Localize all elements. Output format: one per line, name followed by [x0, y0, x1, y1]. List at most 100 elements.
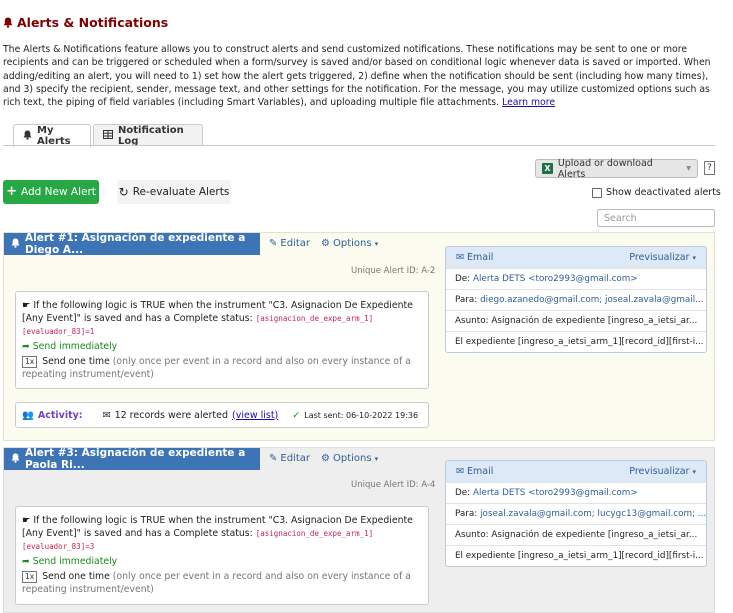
subject-value: Asignación de expediente [ingreso_a_iets…	[491, 530, 698, 540]
show-deactivated-checkbox[interactable]	[592, 187, 602, 198]
chevron-down-icon: ▾	[686, 163, 691, 174]
activity-bar: 👥 Activity: ✉ 12 records were alerted (v…	[15, 402, 429, 428]
email-preview-box: ✉ Email Previsualizar ▾ De: Alerta DETS …	[445, 246, 707, 353]
tab-notification-log-label: Notification Log	[118, 124, 184, 147]
alert-card: Alert #3: Asignación de expediente a Pao…	[3, 447, 715, 613]
hand-point-icon: ☛	[22, 515, 31, 526]
tab-my-alerts[interactable]: My Alerts	[13, 124, 91, 147]
subject-label: Asunto:	[455, 530, 489, 540]
logic-condition: [evaluador_83]=1	[22, 327, 95, 336]
from-label: De:	[455, 488, 471, 498]
to-label: Para:	[455, 509, 478, 519]
email-body-row: El expediente [ingreso_a_ietsi_arm_1][re…	[446, 331, 706, 352]
send-times-text: Send one time	[42, 571, 110, 582]
email-label: Email	[467, 252, 494, 263]
to-label: Para:	[455, 295, 478, 305]
email-from-row: De: Alerta DETS <toro2993@gmail.com>	[446, 268, 706, 289]
intro-text: The Alerts & Notifications feature allow…	[3, 43, 721, 109]
bell-icon	[3, 17, 13, 28]
users-icon: 👥	[22, 409, 34, 421]
tab-divider	[3, 145, 715, 146]
gear-icon: ⚙	[321, 453, 330, 464]
pencil-icon: ✎	[269, 238, 278, 249]
email-to-row: Para: diego.azanedo@gmail.com; joseal.za…	[446, 289, 706, 310]
tab-my-alerts-label: My Alerts	[37, 125, 71, 147]
caret-down-icon: ▾	[692, 254, 696, 262]
re-evaluate-alerts-button[interactable]: ↻ Re-evaluate Alerts	[117, 180, 231, 204]
unique-alert-id: Unique Alert ID: A-4	[351, 480, 436, 490]
alert-title: Alert #3: Asignación de expediente a Pao…	[25, 447, 246, 471]
edit-label: Editar	[280, 453, 310, 464]
edit-alert-link[interactable]: ✎ Editar	[269, 453, 310, 464]
options-dropdown[interactable]: ⚙ Options ▾	[321, 453, 378, 464]
envelope-icon: ✉	[456, 466, 464, 477]
show-deactivated-toggle[interactable]: Show deactivated alerts	[592, 187, 721, 198]
send-icon: ➦	[22, 556, 30, 567]
edit-alert-link[interactable]: ✎ Editar	[269, 238, 310, 249]
body-preview: El expediente [ingreso_a_ietsi_arm_1][re…	[455, 551, 704, 561]
from-value: Alerta DETS <toro2993@gmail.com>	[472, 488, 638, 498]
upload-download-label: Upload or download Alerts	[557, 157, 653, 180]
logic-description: ☛ If the following logic is TRUE when th…	[22, 299, 422, 338]
page-title-text: Alerts & Notifications	[17, 15, 169, 30]
from-value: Alerta DETS <toro2993@gmail.com>	[472, 274, 638, 284]
edit-label: Editar	[280, 238, 310, 249]
plus-icon: +	[6, 184, 17, 199]
last-sent-text: Last sent: 06-10-2022 19:36	[304, 410, 419, 420]
alert-card: Alert #1: Asignación de expediente a Die…	[3, 232, 715, 441]
intro-paragraph: The Alerts & Notifications feature allow…	[3, 44, 711, 109]
trigger-logic-box: ☛ If the following logic is TRUE when th…	[15, 291, 429, 389]
search-placeholder: Search	[604, 212, 637, 224]
email-label: Email	[467, 466, 494, 477]
pencil-icon: ✎	[269, 453, 278, 464]
bell-icon	[23, 130, 32, 143]
subject-value: Asignación de expediente [ingreso_a_iets…	[491, 316, 698, 326]
alert-header[interactable]: Alert #1: Asignación de expediente a Die…	[4, 232, 260, 256]
caret-down-icon: ▾	[692, 468, 696, 476]
add-new-alert-button[interactable]: + Add New Alert	[3, 180, 99, 204]
options-label: Options	[332, 453, 372, 464]
send-icon: ➦	[22, 341, 30, 352]
alert-title: Alert #1: Asignación de expediente a Die…	[25, 232, 246, 256]
learn-more-link[interactable]: Learn more	[502, 97, 555, 108]
envelope-icon: ✉	[456, 252, 464, 263]
email-subject-row: Asunto: Asignación de expediente [ingres…	[446, 310, 706, 331]
body-preview: El expediente [ingreso_a_ietsi_arm_1][re…	[455, 337, 704, 347]
send-times-text: Send one time	[42, 356, 110, 367]
send-timing-text: Send immediately	[32, 341, 118, 352]
email-header: ✉ Email Previsualizar ▾	[446, 247, 706, 268]
gear-icon: ⚙	[321, 238, 330, 249]
bell-icon	[11, 238, 20, 251]
table-icon	[103, 129, 113, 142]
logic-code: [asignacion_de_expe_arm_1]	[255, 529, 374, 538]
preview-dropdown[interactable]: Previsualizar ▾	[629, 252, 696, 263]
search-input[interactable]: Search	[597, 209, 715, 227]
once-badge: 1x	[22, 571, 38, 583]
alert-header[interactable]: Alert #3: Asignación de expediente a Pao…	[4, 447, 260, 471]
unique-alert-id: Unique Alert ID: A-2	[351, 266, 436, 276]
refresh-icon: ↻	[118, 185, 129, 199]
tab-notification-log[interactable]: Notification Log	[93, 124, 203, 147]
re-evaluate-label: Re-evaluate Alerts	[132, 186, 230, 198]
caret-down-icon: ▾	[374, 454, 379, 463]
from-label: De:	[455, 274, 471, 284]
options-label: Options	[332, 238, 372, 249]
subject-label: Asunto:	[455, 316, 489, 326]
logic-condition: [evaluador_83]=3	[22, 542, 95, 551]
upload-download-alerts-button[interactable]: X Upload or download Alerts ▾	[535, 157, 698, 180]
send-frequency: 1x Send one time (only once per event in…	[22, 570, 422, 596]
preview-dropdown[interactable]: Previsualizar ▾	[629, 466, 696, 477]
trigger-logic-box: ☛ If the following logic is TRUE when th…	[15, 506, 429, 605]
view-list-link[interactable]: (view list)	[232, 410, 278, 421]
check-icon: ✓	[292, 409, 301, 421]
email-subject-row: Asunto: Asignación de expediente [ingres…	[446, 524, 706, 545]
bell-icon	[11, 453, 20, 466]
email-from-row: De: Alerta DETS <toro2993@gmail.com>	[446, 482, 706, 503]
options-dropdown[interactable]: ⚙ Options ▾	[321, 238, 378, 249]
send-frequency: 1x Send one time (only once per event in…	[22, 355, 422, 381]
email-label-group: ✉ Email	[456, 466, 493, 477]
preview-label: Previsualizar	[629, 466, 690, 477]
help-button[interactable]: ?	[704, 161, 715, 175]
logic-code: [asignacion_de_expe_arm_1]	[255, 314, 374, 323]
send-timing-text: Send immediately	[32, 556, 118, 567]
